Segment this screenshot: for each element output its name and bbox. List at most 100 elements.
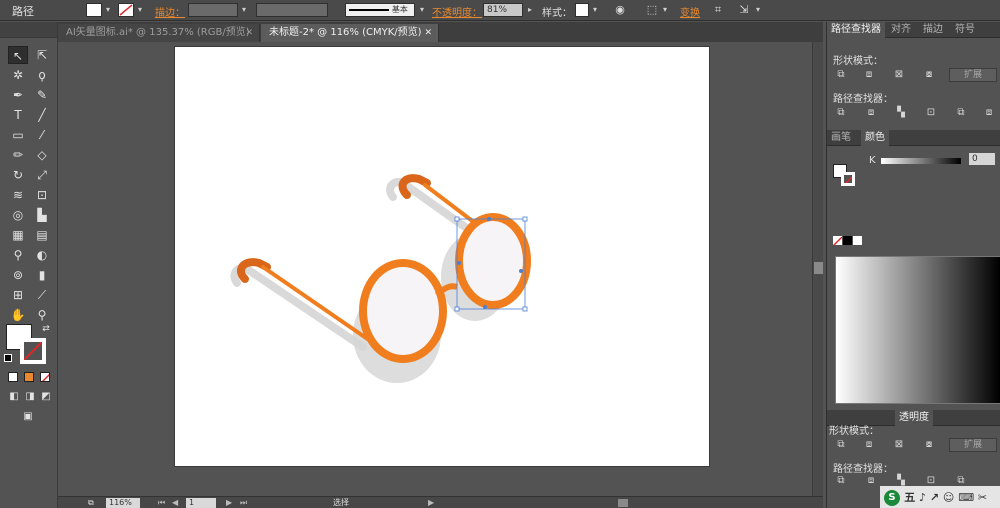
unite-icon[interactable]: ⧉ <box>833 68 849 82</box>
arrange-icon[interactable]: ⇲ <box>736 3 752 17</box>
isolate-icon[interactable]: ⌗ <box>710 3 726 17</box>
crop-icon[interactable]: ⊡ <box>923 106 939 120</box>
minus-back-icon[interactable]: ⧈ <box>981 106 997 120</box>
align-to-icon[interactable]: ⬚ <box>644 3 660 17</box>
opacity-field[interactable]: 81% <box>483 3 523 17</box>
canvas-area[interactable] <box>58 42 823 496</box>
color-mode-icon[interactable] <box>8 372 18 382</box>
k-channel-value[interactable]: 0 <box>969 153 995 165</box>
anchor-point[interactable] <box>483 305 487 309</box>
last-artboard-icon[interactable]: ⏭ <box>240 497 247 508</box>
eraser-tool-icon[interactable]: ◇ <box>32 146 52 164</box>
column-graph-tool-icon[interactable]: ▮ <box>32 266 52 284</box>
current-tool-status[interactable]: 选择 <box>333 497 349 508</box>
tools-panel-grip[interactable] <box>0 22 57 38</box>
rectangle-tool-icon[interactable]: ▭ <box>8 126 28 144</box>
perspective-grid-tool-icon[interactable]: ▙ <box>32 206 52 224</box>
trim-icon[interactable]: ⧈ <box>863 106 879 120</box>
rotate-tool-icon[interactable]: ↻ <box>8 166 28 184</box>
artboard-nav-icon[interactable]: ⧉ <box>88 497 94 508</box>
hand-tool-icon[interactable]: ✋ <box>8 306 28 324</box>
opacity-dropdown-icon[interactable]: ▸ <box>525 4 535 16</box>
tab-symbols[interactable]: 符号 <box>951 22 979 38</box>
expand-button[interactable]: 扩展 <box>949 68 997 82</box>
intersect-icon[interactable]: ⊠ <box>891 68 907 82</box>
tab-brushes[interactable]: 画笔 <box>827 130 855 146</box>
screen-mode-icon[interactable]: ▣ <box>18 408 38 426</box>
eyedropper-tool-icon[interactable]: ⚲ <box>8 246 28 264</box>
stroke-weight-dropdown-icon[interactable]: ▾ <box>239 4 249 16</box>
exclude-icon[interactable]: ⧇ <box>921 438 937 452</box>
default-colors-icon[interactable] <box>4 354 12 362</box>
next-artboard-icon[interactable]: ▶ <box>226 497 232 508</box>
lasso-tool-icon[interactable]: ϙ <box>32 66 52 84</box>
status-menu-icon[interactable]: ▶ <box>428 497 434 508</box>
none-mode-icon[interactable] <box>40 372 50 382</box>
canvas-vertical-scrollbar[interactable] <box>812 42 823 496</box>
artboard-tool-icon[interactable]: ⊞ <box>8 286 28 304</box>
warp-tool-icon[interactable]: ≋ <box>8 186 28 204</box>
horizontal-scroll-thumb[interactable] <box>618 499 628 507</box>
anchor-point[interactable] <box>457 261 461 265</box>
divide-icon[interactable]: ⧉ <box>833 474 849 488</box>
tab-color[interactable]: 颜色 <box>861 130 889 146</box>
k-channel-slider[interactable] <box>881 158 961 164</box>
type-tool-icon[interactable]: T <box>8 106 28 124</box>
close-icon[interactable]: ✕ <box>245 24 253 42</box>
merge-icon[interactable]: ▚ <box>893 106 909 120</box>
color-spectrum[interactable] <box>835 256 1000 404</box>
first-artboard-icon[interactable]: ⏮ <box>158 497 165 508</box>
trim-icon[interactable]: ⧈ <box>863 474 879 488</box>
arrange-dropdown-icon[interactable]: ▾ <box>753 4 763 16</box>
paintbrush-tool-icon[interactable]: ⁄ <box>32 126 52 144</box>
artboard[interactable] <box>174 46 710 467</box>
anchor-point[interactable] <box>519 269 523 273</box>
style-swatch[interactable] <box>575 3 589 17</box>
tab-transparency[interactable]: 透明度 <box>895 410 933 426</box>
direct-selection-tool-icon[interactable]: ⇱ <box>32 46 52 64</box>
magic-wand-tool-icon[interactable]: ✲ <box>8 66 28 84</box>
fill-dropdown-icon[interactable]: ▾ <box>103 4 113 16</box>
black-color-swatch[interactable] <box>843 236 852 245</box>
opacity-label[interactable]: 不透明度： <box>432 4 482 19</box>
prev-artboard-icon[interactable]: ◀ <box>172 497 178 508</box>
anchor-point[interactable] <box>487 217 491 221</box>
selection-handle[interactable] <box>454 306 460 312</box>
tab-pathfinder[interactable]: 路径查找器 <box>827 22 885 38</box>
align-dropdown-icon[interactable]: ▾ <box>660 4 670 16</box>
variable-width-field[interactable] <box>256 3 328 17</box>
outline-icon[interactable]: ⧉ <box>953 106 969 120</box>
exclude-icon[interactable]: ⧇ <box>921 68 937 82</box>
scale-tool-icon[interactable]: ⤢ <box>32 166 52 184</box>
tab-untitled-2[interactable]: 未标题-2* @ 116% (CMYK/预览) ✕ <box>261 24 439 42</box>
pencil-tool-icon[interactable]: ✏ <box>8 146 28 164</box>
tab-stroke[interactable]: 描边 <box>919 22 947 38</box>
mesh-tool-icon[interactable]: ▦ <box>8 226 28 244</box>
slice-tool-icon[interactable]: ⟋ <box>32 286 52 304</box>
stroke-dropdown-icon[interactable]: ▾ <box>135 4 145 16</box>
tab-ai-icon-doc[interactable]: AI矢量图标.ai* @ 135.37% (RGB/预览) ✕ <box>58 24 260 42</box>
blend-tool-icon[interactable]: ◐ <box>32 246 52 264</box>
minus-front-icon[interactable]: ⧈ <box>861 438 877 452</box>
free-transform-tool-icon[interactable]: ⊡ <box>32 186 52 204</box>
white-color-swatch[interactable] <box>853 236 862 245</box>
selection-tool-icon[interactable]: ↖ <box>8 46 28 64</box>
selection-handle[interactable] <box>522 216 528 222</box>
stroke-weight-field[interactable] <box>188 3 238 17</box>
selection-handle[interactable] <box>454 216 460 222</box>
zoom-field[interactable]: 116% <box>106 498 140 508</box>
draw-inside-icon[interactable]: ◩ <box>36 388 56 406</box>
stroke-swatch[interactable] <box>118 3 134 17</box>
line-tool-icon[interactable]: ╱ <box>32 106 52 124</box>
input-method-toolbar[interactable]: S 五 ♪ ↗ ☺ ⌨ ✂ <box>880 486 1000 508</box>
stroke-label[interactable]: 描边： <box>155 4 185 19</box>
tab-align[interactable]: 对齐 <box>887 22 915 38</box>
gradient-tool-icon[interactable]: ▤ <box>32 226 52 244</box>
brush-definition-field[interactable]: 基本 <box>345 3 415 17</box>
recolor-artwork-icon[interactable]: ◉ <box>612 3 628 17</box>
stroke-color-box[interactable] <box>20 338 46 364</box>
brush-dropdown-icon[interactable]: ▾ <box>417 4 427 16</box>
expand-button-bottom[interactable]: 扩展 <box>949 438 997 452</box>
divide-icon[interactable]: ⧉ <box>833 106 849 120</box>
artboard-number-field[interactable]: 1 <box>186 498 216 508</box>
